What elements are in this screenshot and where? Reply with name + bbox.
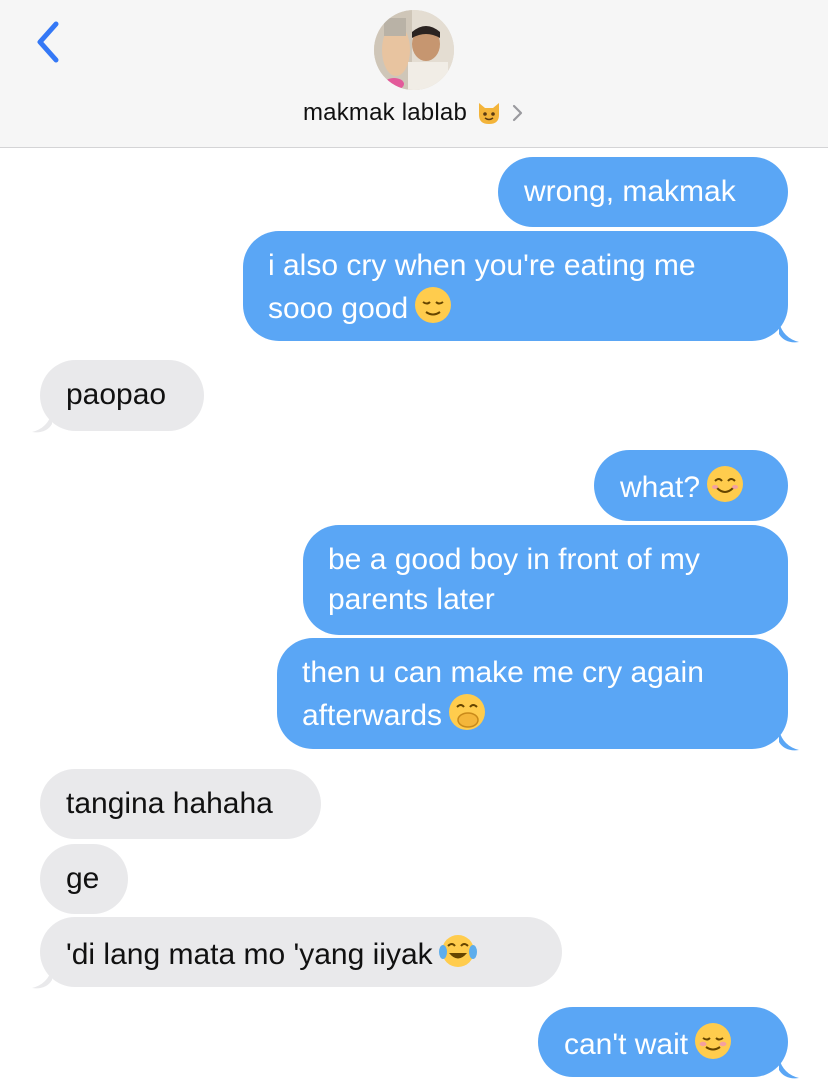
message-text: what? [620, 471, 701, 504]
message-bubble-outgoing[interactable]: be a good boy in front of my parents lat… [303, 525, 788, 635]
message-text-line2: parents later [328, 583, 495, 616]
smiling-blush-icon [695, 1023, 732, 1059]
message-bubble-outgoing[interactable]: can't wait [538, 1007, 788, 1077]
message-text: wrong, makmak [524, 175, 736, 208]
bubble-tail [779, 1058, 799, 1079]
message-text-line2: sooo good [268, 286, 763, 329]
message-bubble-outgoing[interactable]: then u can make me cry again afterwards [277, 638, 788, 749]
avatar[interactable] [374, 10, 454, 90]
contact-name: makmak lablab [302, 99, 467, 126]
contact-photo [374, 10, 454, 90]
message-text-line2: afterwards [302, 693, 763, 736]
conversation-header: makmak lablab [0, 0, 828, 148]
bubble-tail [779, 730, 799, 751]
message-text: i also cry when you're eating me [268, 249, 696, 282]
message-text: then u can make me cry again [302, 656, 704, 689]
message-text: be a good boy in front of my [328, 543, 700, 576]
message-bubble-incoming[interactable]: paopao [40, 360, 204, 431]
bubble-tail [32, 968, 52, 989]
message-text: tangina hahaha [66, 787, 273, 820]
bubble-tail [779, 322, 799, 343]
message-text: can't wait [564, 1028, 689, 1061]
message-text: paopao [66, 378, 167, 411]
tears-of-joy-icon [438, 935, 477, 967]
chevron-left-icon [37, 21, 59, 63]
chevron-right-icon [512, 104, 523, 122]
message-bubble-incoming[interactable]: 'di lang mata mo 'yang iiyak [40, 917, 562, 987]
relieved-face-icon [415, 287, 452, 323]
message-text: ge [66, 862, 100, 895]
message-bubble-outgoing[interactable]: wrong, makmak [498, 157, 788, 227]
cat-emoji-icon [479, 103, 499, 124]
back-button[interactable] [30, 18, 70, 66]
message-text: 'di lang mata mo 'yang iiyak [66, 938, 433, 971]
smiling-face-icon [707, 466, 744, 502]
message-bubble-incoming[interactable]: tangina hahaha [40, 769, 321, 839]
bubble-tail [32, 412, 52, 433]
message-bubble-incoming[interactable]: ge [40, 844, 128, 914]
face-with-hand-over-mouth-icon [449, 694, 486, 730]
message-bubble-outgoing[interactable]: what? [594, 450, 788, 521]
contact-name-button[interactable]: makmak lablab [0, 93, 828, 133]
message-bubble-outgoing[interactable]: i also cry when you're eating me sooo go… [243, 231, 788, 341]
